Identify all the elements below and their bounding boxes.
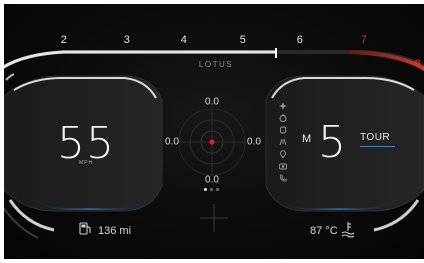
lane-assist-icon bbox=[279, 138, 287, 146]
g-meter-dot bbox=[209, 139, 215, 145]
page-indicator-dot-3 bbox=[216, 188, 219, 191]
tach-label-8: 8 bbox=[414, 58, 422, 70]
crosshair-icon bbox=[200, 204, 228, 232]
location-icon bbox=[279, 150, 287, 158]
seatbelt-icon bbox=[280, 126, 286, 134]
tach-label-2: 2 bbox=[60, 34, 68, 46]
g-meter-top-value: 0.0 bbox=[205, 96, 219, 108]
traction-icon bbox=[279, 102, 287, 110]
range-value: 136 mi bbox=[98, 225, 132, 237]
tach-label-3: 3 bbox=[123, 34, 131, 46]
tach-label-4: 4 bbox=[180, 34, 188, 46]
g-meter bbox=[178, 108, 246, 176]
gear-value: 5 bbox=[318, 117, 346, 168]
drive-mode-underline bbox=[360, 146, 395, 147]
tach-redline-arc bbox=[348, 50, 424, 72]
coolant-temperature-value: 87 °C bbox=[310, 225, 338, 237]
instrument-cluster: 2 3 4 5 6 7 8 LOTUS 55 MPH M 5 TOUR 0.0 … bbox=[4, 4, 424, 259]
tach-label-5: 5 bbox=[239, 34, 247, 46]
gear-mode: M bbox=[302, 133, 312, 145]
speed-unit: MPH bbox=[78, 160, 94, 166]
tach-label-6: 6 bbox=[296, 34, 304, 46]
drive-mode: TOUR bbox=[360, 132, 391, 143]
page-indicator-dot-2 bbox=[210, 188, 213, 191]
g-meter-bottom-value: 0.0 bbox=[205, 174, 219, 186]
page-indicator-dot-1 bbox=[204, 188, 207, 191]
stopwatch-icon bbox=[279, 114, 287, 122]
g-meter-left-value: 0.0 bbox=[165, 136, 179, 148]
tach-label-7: 7 bbox=[360, 34, 368, 46]
camera-icon bbox=[279, 163, 287, 170]
brand-label: LOTUS bbox=[198, 60, 234, 69]
phone-icon bbox=[280, 174, 287, 182]
g-meter-right-value: 0.0 bbox=[247, 136, 261, 148]
coolant-temperature-icon bbox=[341, 222, 355, 238]
tach-arc-fill bbox=[4, 50, 276, 69]
fuel-pump-icon bbox=[79, 222, 91, 235]
